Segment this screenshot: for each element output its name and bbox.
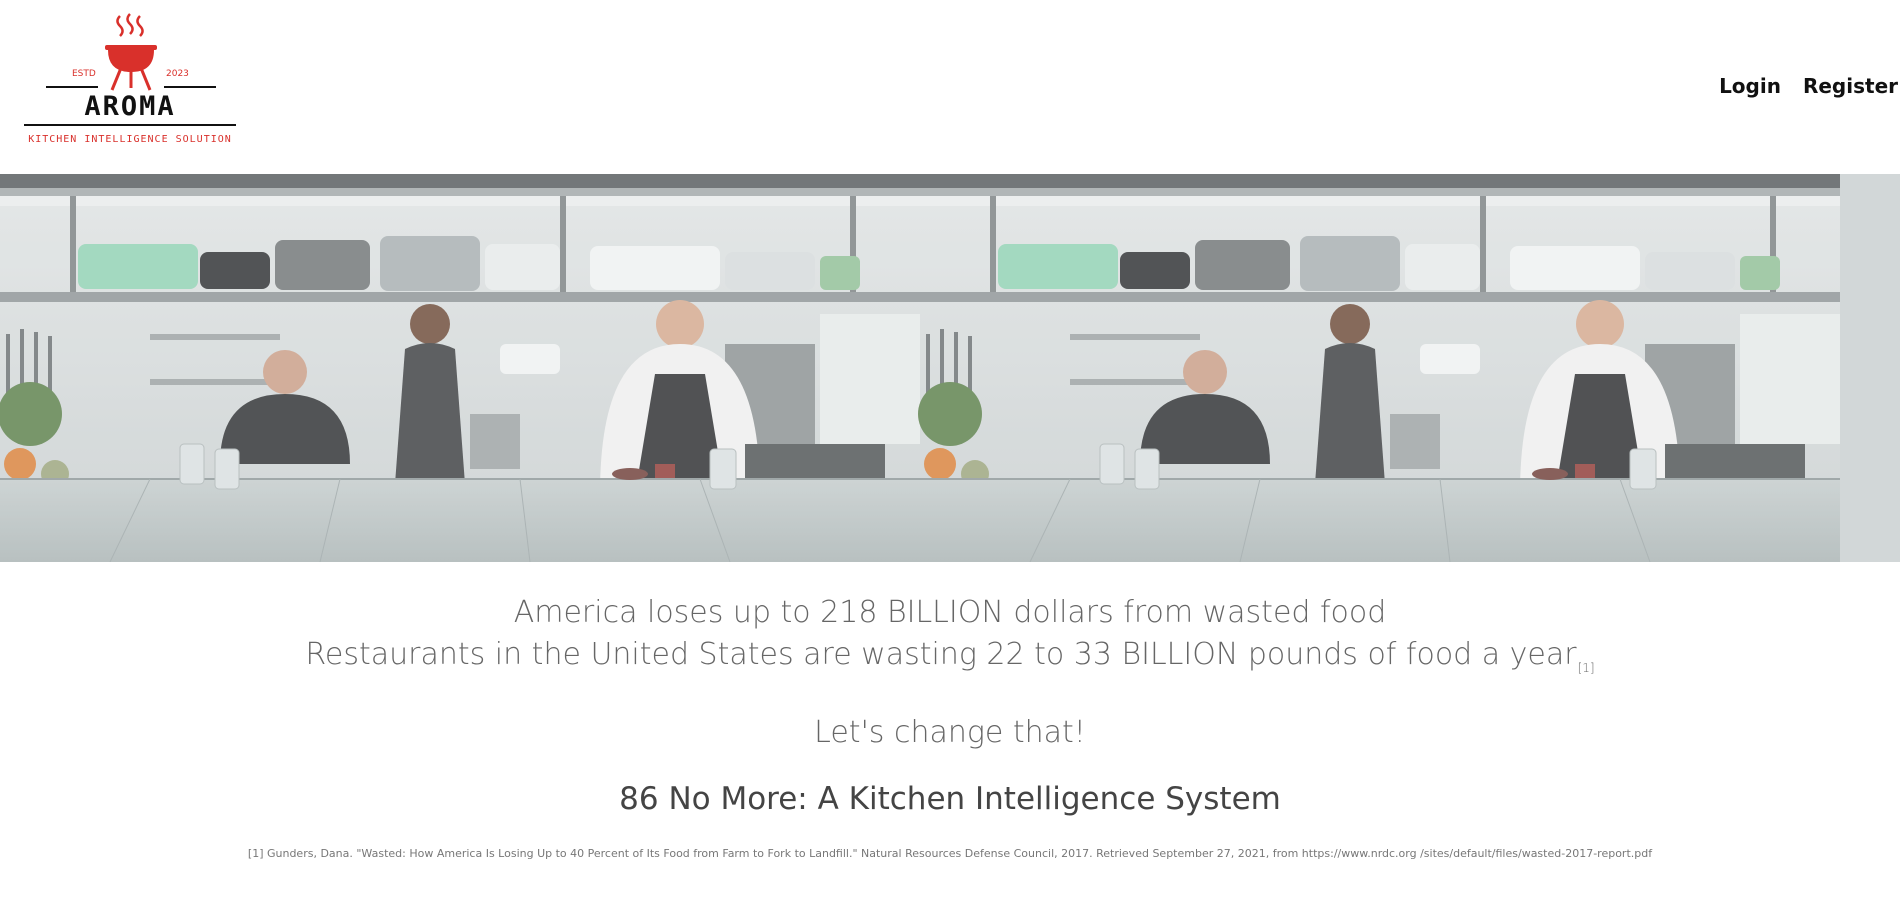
main-content: America loses up to 218 BILLION dollars … <box>0 562 1900 860</box>
register-link[interactable]: Register <box>1803 74 1898 98</box>
kitchen-photo <box>0 174 1900 562</box>
food-waste-stat-dollars: America loses up to 218 BILLION dollars … <box>513 595 1387 630</box>
login-link[interactable]: Login <box>1719 74 1781 98</box>
food-waste-stat-pounds: Restaurants in the United States are was… <box>0 634 1900 689</box>
logo-year: 2023 <box>166 69 189 79</box>
project-title: 86 No More: A Kitchen Intelligence Syste… <box>619 781 1281 817</box>
logo-brand: AROMA <box>84 91 175 122</box>
grill-icon: ESTD 2023 AROMA KITCHEN INTELLIGENCE SOL… <box>24 13 236 145</box>
hero-kitchen-image <box>0 174 1900 562</box>
site-header: ESTD 2023 AROMA KITCHEN INTELLIGENCE SOL… <box>0 0 1900 174</box>
aroma-logo[interactable]: ESTD 2023 AROMA KITCHEN INTELLIGENCE SOL… <box>24 12 236 154</box>
food-waste-stat-pounds-text: Restaurants in the United States are was… <box>305 637 1577 672</box>
call-to-action: Let's change that! <box>814 715 1086 750</box>
header-nav: Login Register <box>1719 74 1898 98</box>
citation-ref[interactable]: [1] <box>1578 661 1595 675</box>
citation-footnote: [1] Gunders, Dana. "Wasted: How America … <box>247 847 1653 860</box>
logo-tagline: KITCHEN INTELLIGENCE SOLUTION <box>28 134 232 145</box>
logo-estd: ESTD <box>72 69 96 79</box>
